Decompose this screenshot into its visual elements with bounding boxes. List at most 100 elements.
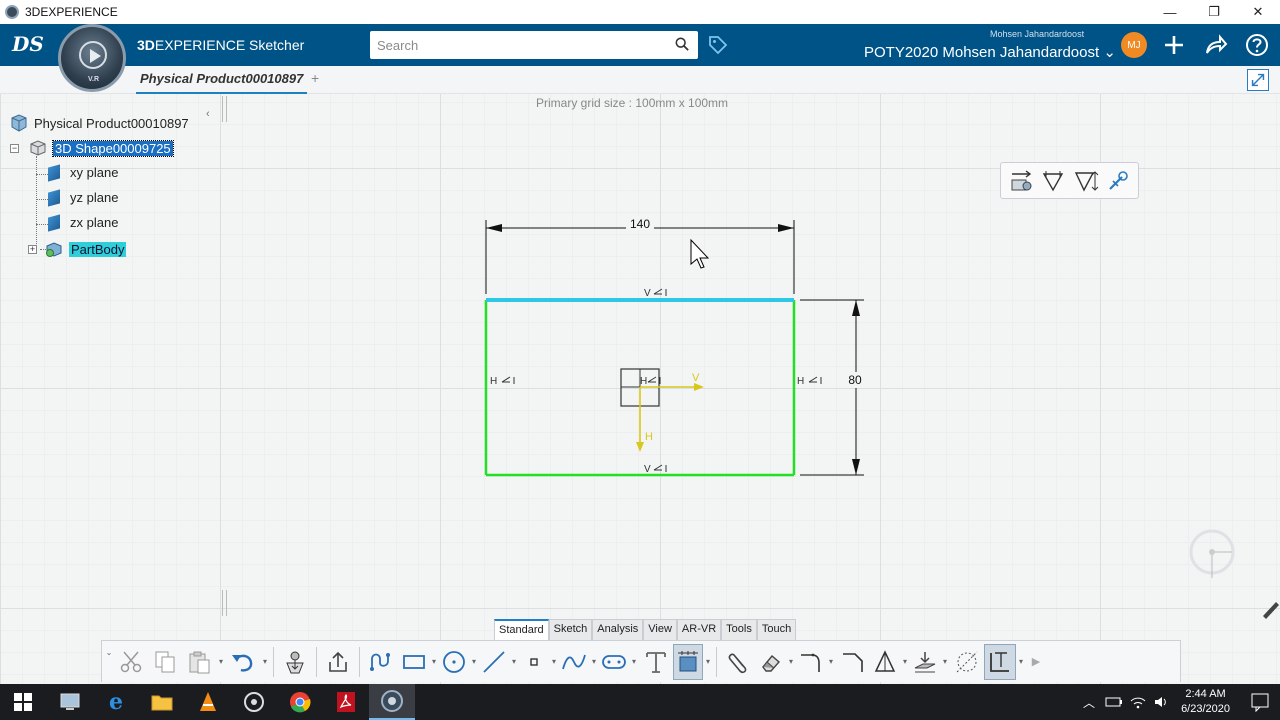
point-options-caret[interactable]: ▾: [549, 644, 559, 680]
tab-analysis[interactable]: Analysis: [592, 619, 644, 640]
tab-sketch[interactable]: Sketch: [548, 619, 593, 640]
solving-options-caret[interactable]: ▾: [1016, 644, 1026, 680]
mini-compass-icon[interactable]: [1188, 528, 1238, 584]
v-axis-arrow: [694, 383, 704, 391]
close-button[interactable]: ✕: [1236, 0, 1280, 24]
wifi-icon[interactable]: [1129, 695, 1147, 709]
constraint-options-caret[interactable]: ▾: [900, 644, 910, 680]
copy-button[interactable]: [148, 644, 182, 680]
sketch-analysis-button[interactable]: [673, 643, 703, 680]
tab-standard[interactable]: Standard: [494, 619, 549, 640]
text-button[interactable]: [639, 644, 673, 680]
user-menu[interactable]: POTY2020 Mohsen Jahandardoost ⌄: [864, 43, 1116, 61]
circle-button[interactable]: [439, 644, 469, 680]
start-button[interactable]: [0, 684, 46, 720]
dimension-arrow: [852, 300, 860, 316]
project-3d-button[interactable]: [910, 644, 940, 680]
sketch-geometry: 140 80 V V H H H V H: [484, 216, 1279, 619]
rectangle-icon: [403, 654, 425, 669]
clock-date: 6/23/2020: [1181, 703, 1230, 715]
circle-options-caret[interactable]: ▾: [469, 644, 479, 680]
volume-icon[interactable]: [1153, 695, 1171, 709]
search-icon[interactable]: [675, 37, 689, 51]
dimension-arrow: [486, 224, 502, 232]
user-name: POTY2020 Mohsen Jahandardoost: [864, 44, 1100, 61]
tab-view[interactable]: View: [643, 619, 677, 640]
rectangle-options-caret[interactable]: ▾: [429, 644, 439, 680]
top-bar: DS V.R 3DEXPERIENCE Sketcher Mohsen Jaha…: [0, 24, 1280, 92]
taskbar-app-chrome[interactable]: [277, 684, 323, 720]
update-button[interactable]: [277, 644, 313, 680]
taskbar-app-edge[interactable]: e: [93, 684, 139, 720]
fillet-icon: [801, 653, 820, 672]
taskbar-app-3dexperience[interactable]: [369, 684, 415, 720]
tab-physical-product[interactable]: Physical Product00010897: [136, 69, 308, 94]
dimension-arrow: [778, 224, 794, 232]
slot-options-caret[interactable]: ▾: [629, 644, 639, 680]
attach-button[interactable]: [720, 644, 756, 680]
point-button[interactable]: [519, 644, 549, 680]
plus-icon[interactable]: [1162, 33, 1186, 57]
slot-button[interactable]: [599, 644, 629, 680]
spline-button[interactable]: [559, 644, 589, 680]
spline-options-caret[interactable]: ▾: [589, 644, 599, 680]
profile-button[interactable]: [363, 644, 399, 680]
taskbar-app-folder[interactable]: [139, 684, 185, 720]
share-icon[interactable]: [1204, 33, 1228, 57]
rectangle-button[interactable]: [399, 644, 429, 680]
tag-icon[interactable]: [707, 34, 729, 56]
project-options-caret[interactable]: ▾: [940, 644, 950, 680]
exit-app-button[interactable]: [320, 644, 356, 680]
construction-button[interactable]: [950, 644, 984, 680]
tab-ar-vr[interactable]: AR-VR: [676, 619, 722, 640]
computer-icon: [60, 693, 80, 710]
paste-button[interactable]: [182, 644, 216, 680]
point-icon: [530, 657, 538, 666]
line-button[interactable]: [479, 644, 509, 680]
taskbar-app-camera[interactable]: [231, 684, 277, 720]
fillet-button[interactable]: [796, 644, 826, 680]
clock[interactable]: 2:44 AM 6/23/2020: [1181, 687, 1230, 717]
ds-logo-icon[interactable]: DS: [12, 32, 44, 56]
undo-button[interactable]: [226, 644, 260, 680]
compass-vr-label: V.R: [88, 76, 100, 83]
help-icon[interactable]: [1245, 33, 1269, 57]
compass-button[interactable]: V.R: [58, 24, 126, 92]
action-bar: ⌄ ▾ ▾ ▾ ▾ ▾ ▾ ▾ ▾ ▾ ▾ ▾ ▾ ▾ ▾ ▶: [101, 640, 1181, 682]
height-dimension-value[interactable]: 80: [848, 373, 862, 387]
minimize-button[interactable]: —: [1148, 0, 1192, 24]
sketch-solving-button[interactable]: [984, 643, 1016, 680]
chamfer-button[interactable]: [836, 644, 870, 680]
battery-icon[interactable]: [1105, 695, 1123, 709]
app-title-name: EXPERIENCE Sketcher: [154, 37, 305, 53]
paste-options-caret[interactable]: ▾: [216, 644, 226, 680]
sketch-canvas[interactable]: Primary grid size : 100mm x 100mm ‹ Phys…: [0, 94, 1280, 684]
eraser-button[interactable]: [756, 644, 786, 680]
undo-options-caret[interactable]: ▾: [260, 644, 270, 680]
taskbar-app-acrobat[interactable]: [323, 684, 369, 720]
taskbar-app-explorer[interactable]: [47, 684, 93, 720]
maximize-view-icon[interactable]: [1247, 69, 1269, 91]
sketch-analysis-icon: [678, 650, 698, 671]
tab-touch[interactable]: Touch: [756, 619, 797, 640]
action-bar-scroll-right[interactable]: ▶: [1026, 644, 1046, 680]
maximize-button[interactable]: ❐: [1192, 0, 1236, 24]
constraint-button[interactable]: [870, 644, 900, 680]
eraser-options-caret[interactable]: ▾: [786, 644, 796, 680]
paperclip-icon: [728, 653, 747, 673]
exit-icon: [329, 651, 347, 672]
fillet-options-caret[interactable]: ▾: [826, 644, 836, 680]
cut-button[interactable]: [114, 644, 148, 680]
width-dimension-value[interactable]: 140: [630, 217, 650, 231]
tab-tools[interactable]: Tools: [721, 619, 757, 640]
taskbar-app-vlc[interactable]: [185, 684, 231, 720]
notification-icon[interactable]: [1240, 684, 1280, 720]
analysis-options-caret[interactable]: ▾: [703, 644, 713, 680]
dimension-arrow: [852, 459, 860, 475]
search-input[interactable]: [377, 32, 667, 58]
add-tab-button[interactable]: +: [311, 70, 319, 86]
tray-overflow-icon[interactable]: ︿: [1083, 694, 1095, 711]
action-bar-menu-caret[interactable]: ⌄: [104, 644, 114, 680]
avatar[interactable]: MJ: [1121, 32, 1147, 58]
line-options-caret[interactable]: ▾: [509, 644, 519, 680]
